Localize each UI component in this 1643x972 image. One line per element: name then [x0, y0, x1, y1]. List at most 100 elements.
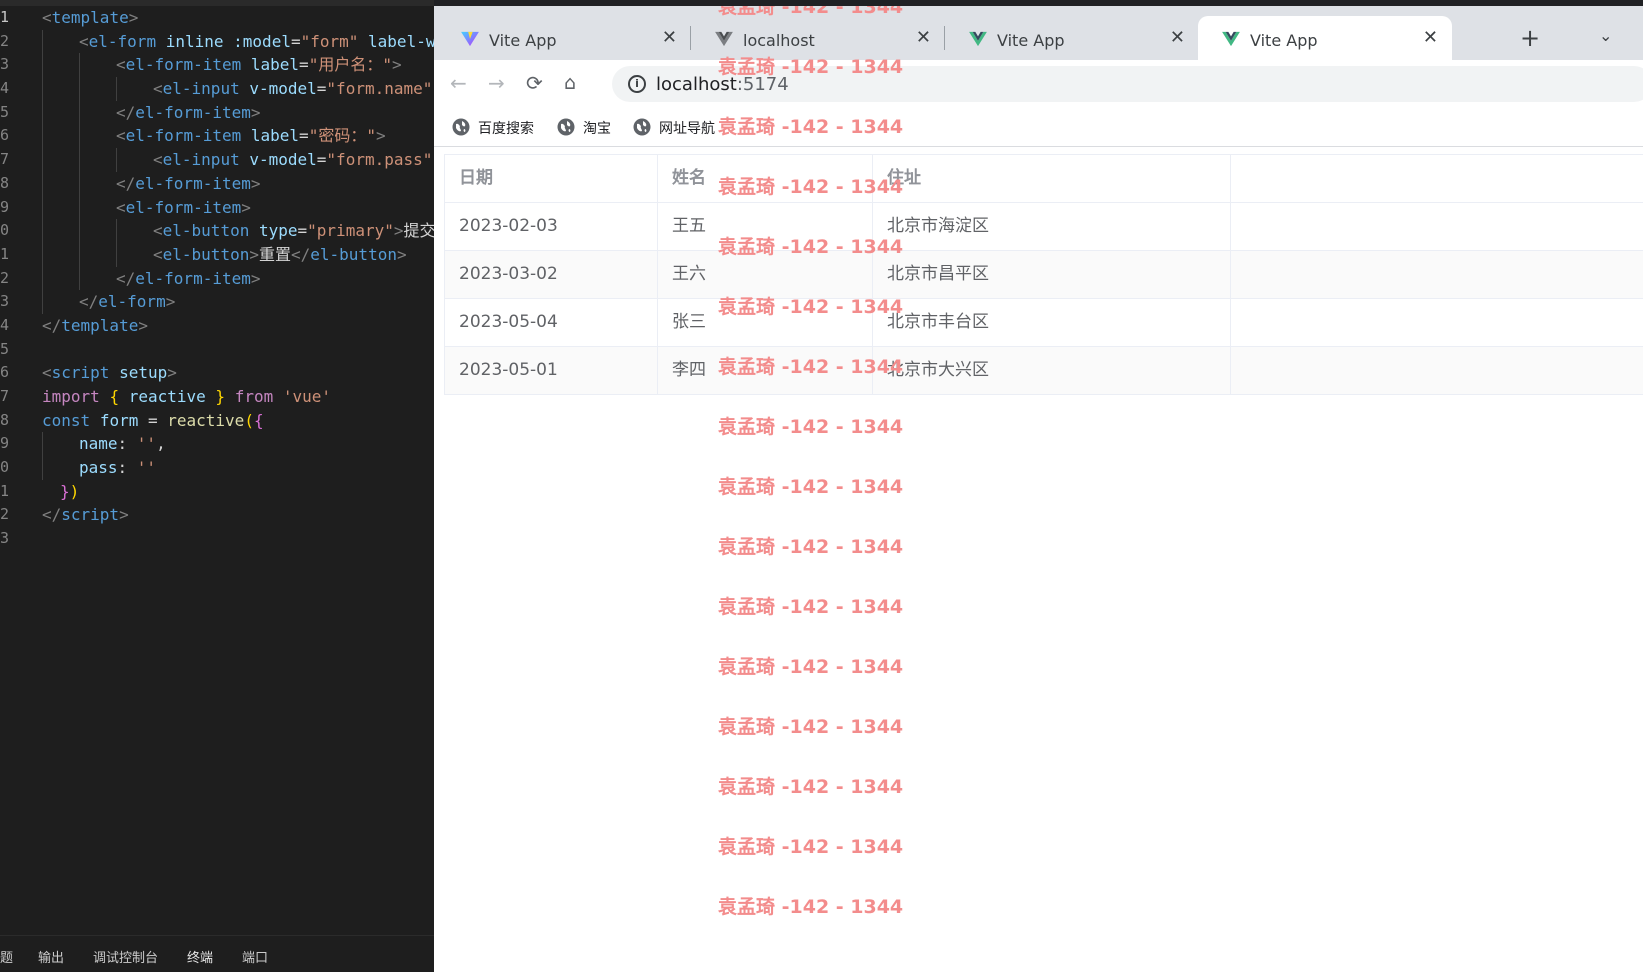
code-token: > — [165, 292, 176, 312]
tab[interactable]: Vite App ✕ — [945, 16, 1199, 60]
code-line[interactable]: 9 <el-form-item> — [0, 195, 434, 220]
code-token: < — [79, 31, 89, 51]
vite-icon — [459, 31, 481, 47]
address-url[interactable]: localhost:5174 — [656, 74, 789, 95]
code-line[interactable]: 6 <el-form-item label="密码："> — [0, 124, 434, 149]
watermark-text: 袁孟琦 -142 - 1344 — [718, 836, 904, 858]
code-token: 重置 — [258, 244, 291, 264]
close-tab-icon[interactable]: ✕ — [1170, 27, 1185, 48]
code-token: el-button — [162, 244, 250, 264]
tab[interactable]: localhost ✕ — [691, 16, 945, 60]
indent-guide — [116, 77, 117, 101]
code-line[interactable]: 6 <script setup> — [0, 361, 434, 385]
code-line[interactable]: 1 <el-button>重置</el-button> — [0, 242, 434, 267]
code-line[interactable]: 2 </script> — [0, 503, 434, 527]
code-token: </ — [291, 244, 311, 264]
panel-tab[interactable]: 题 — [0, 947, 13, 966]
code-token: = — [138, 410, 168, 430]
panel-tab[interactable]: 终端 — [187, 947, 213, 966]
code-token: } — [60, 481, 70, 501]
table-cell: 北京市昌平区 — [873, 251, 1231, 298]
home-button[interactable]: ⌂ — [564, 72, 576, 94]
line-number: 0 — [0, 458, 10, 477]
watermark-text: 袁孟琦 -142 - 1344 — [718, 476, 904, 498]
close-tab-icon[interactable]: ✕ — [662, 27, 677, 48]
code-token: ) — [69, 481, 80, 501]
code-token: script — [61, 505, 120, 525]
code-token: "primary" — [307, 221, 394, 241]
code-line[interactable]: 8 </el-form-item> — [0, 171, 434, 196]
code-line[interactable]: 1 <template> — [0, 6, 434, 30]
code-text: }) — [60, 480, 79, 504]
code-token: > — [167, 363, 177, 383]
code-text: import { reactive } from 'vue' — [42, 385, 331, 409]
table-cell: 王六 — [658, 251, 873, 298]
code-line[interactable]: 3 <el-form-item label="用户名："> — [0, 53, 434, 78]
code-line[interactable]: 8 const form = reactive({ — [0, 409, 434, 433]
indent-guide — [42, 53, 43, 78]
tab[interactable]: Vite App ✕ — [437, 16, 691, 60]
indent-guide — [42, 148, 43, 172]
code-editor[interactable]: 1 <template> 2 <el-form inline :model="form… — [0, 0, 434, 972]
code-token: el-input — [162, 150, 240, 170]
globe-icon — [452, 118, 470, 136]
tab-strip: Vite App ✕ localhost ✕ Vite App ✕ Vite App ✕ + … — [434, 6, 1643, 60]
code-token: el-form-item — [135, 173, 251, 193]
address-bar[interactable]: i localhost:5174 ⎘ — [612, 66, 1643, 102]
code-token: > — [249, 244, 259, 264]
code-line[interactable]: 5 </el-form-item> — [0, 100, 434, 125]
code-line[interactable]: 7 <el-input v-model="form.pass" typ — [0, 148, 434, 172]
code-text: </script> — [42, 503, 129, 527]
line-number: 3 — [0, 55, 10, 74]
forward-button[interactable]: → — [488, 72, 505, 94]
code-token: setup — [119, 363, 168, 383]
code-line[interactable]: 4 </template> — [0, 314, 434, 338]
site-info-icon[interactable]: i — [628, 75, 646, 93]
code-line[interactable]: 4 <el-input v-model="form.name" /> — [0, 77, 434, 101]
tab-search-chevron-icon[interactable]: ⌄ — [1599, 26, 1612, 45]
code-line[interactable]: 3 — [0, 527, 434, 551]
code-token: script — [51, 363, 110, 383]
tab-title: localhost — [743, 31, 815, 50]
tab-active[interactable]: Vite App ✕ — [1198, 16, 1452, 60]
back-button[interactable]: ← — [450, 72, 467, 94]
panel-tab[interactable]: 输出 — [38, 947, 64, 966]
line-number: 3 — [0, 529, 10, 548]
code-text: </el-form-item> — [116, 267, 261, 291]
code-lines[interactable]: 1 <template> 2 <el-form inline :model="form… — [0, 6, 434, 551]
new-tab-button[interactable]: + — [1520, 26, 1540, 50]
code-token: < — [116, 126, 126, 146]
code-line[interactable]: 9 name: '', — [0, 432, 434, 457]
code-line[interactable]: 7 import { reactive } from 'vue' — [0, 385, 434, 409]
bookmark-label: 百度搜索 — [478, 121, 534, 137]
panel-tab[interactable]: 端口 — [242, 947, 268, 966]
reload-button[interactable]: ⟳ — [526, 72, 543, 94]
panel-tab[interactable]: 调试控制台 — [93, 947, 158, 966]
code-line[interactable]: 3 </el-form> — [0, 290, 434, 314]
line-number: 9 — [0, 434, 10, 453]
code-line[interactable]: 2 </el-form-item> — [0, 266, 434, 291]
line-number: 7 — [0, 150, 10, 169]
code-token: </ — [42, 505, 62, 525]
code-token: > — [391, 55, 402, 75]
close-tab-icon[interactable]: ✕ — [916, 27, 931, 48]
code-line[interactable]: 2 <el-form inline :model="form" label-w — [0, 29, 434, 54]
code-token: = — [290, 31, 301, 51]
indent-guide — [42, 100, 43, 125]
line-number: 7 — [0, 387, 10, 405]
code-line[interactable]: 5 — [0, 338, 434, 362]
code-line[interactable]: 0 pass: '' — [0, 456, 434, 480]
code-token: < — [153, 221, 163, 241]
indent-guide — [42, 29, 43, 54]
code-line[interactable]: 1}) — [0, 480, 434, 504]
code-line[interactable]: 0<el-button type="primary">提交</e — [0, 219, 434, 243]
watermark-text: 袁孟琦 -142 - 1344 — [718, 536, 904, 558]
close-tab-icon[interactable]: ✕ — [1423, 27, 1438, 48]
code-token: } — [215, 387, 226, 406]
